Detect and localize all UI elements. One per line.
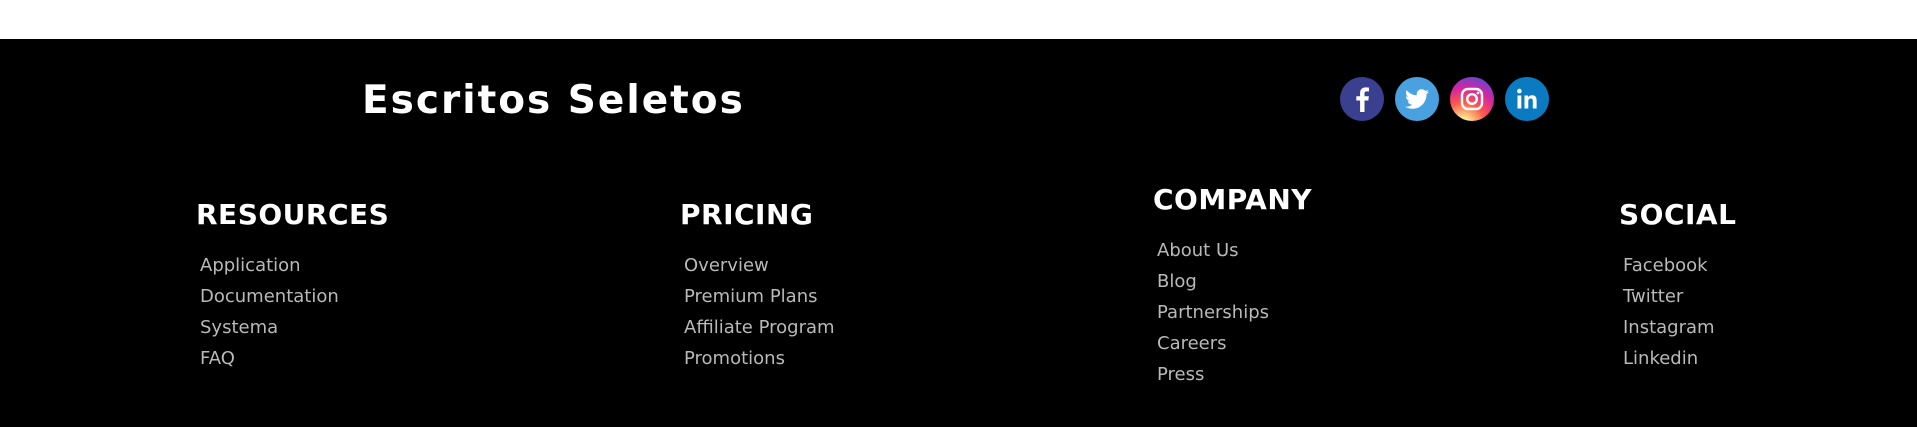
- footer-link-twitter[interactable]: Twitter: [1623, 281, 1736, 312]
- footer-column-company: COMPANY About Us Blog Partnerships Caree…: [1153, 186, 1312, 390]
- footer-link-affiliate-program[interactable]: Affiliate Program: [684, 312, 835, 343]
- footer-link-blog[interactable]: Blog: [1157, 266, 1312, 297]
- column-heading-resources: RESOURCES: [196, 198, 390, 231]
- footer-link-documentation[interactable]: Documentation: [200, 281, 389, 312]
- footer-link-premium-plans[interactable]: Premium Plans: [684, 281, 835, 312]
- footer-link-application[interactable]: Application: [200, 250, 389, 281]
- footer-link-about-us[interactable]: About Us: [1157, 235, 1312, 266]
- footer-column-resources: RESOURCES Application Documentation Syst…: [196, 201, 389, 374]
- column-heading-social: SOCIAL: [1619, 198, 1737, 231]
- facebook-icon[interactable]: [1340, 77, 1384, 121]
- link-list-company: About Us Blog Partnerships Careers Press: [1157, 235, 1312, 390]
- linkedin-icon[interactable]: [1505, 77, 1549, 121]
- column-heading-company: COMPANY: [1153, 183, 1313, 216]
- footer-column-social: SOCIAL Facebook Twitter Instagram Linked…: [1619, 201, 1736, 374]
- footer-link-facebook[interactable]: Facebook: [1623, 250, 1736, 281]
- site-footer: Escritos Seletos RESOURCES Application D…: [0, 39, 1917, 427]
- brand-logo-text[interactable]: Escritos Seletos: [362, 81, 745, 120]
- link-list-pricing: Overview Premium Plans Affiliate Program…: [684, 250, 835, 374]
- footer-column-pricing: PRICING Overview Premium Plans Affiliate…: [680, 201, 835, 374]
- footer-link-careers[interactable]: Careers: [1157, 328, 1312, 359]
- footer-link-instagram[interactable]: Instagram: [1623, 312, 1736, 343]
- footer-link-partnerships[interactable]: Partnerships: [1157, 297, 1312, 328]
- footer-link-linkedin[interactable]: Linkedin: [1623, 343, 1736, 374]
- link-list-resources: Application Documentation Systema FAQ: [200, 250, 389, 374]
- instagram-icon[interactable]: [1450, 77, 1494, 121]
- footer-link-faq[interactable]: FAQ: [200, 343, 389, 374]
- link-list-social: Facebook Twitter Instagram Linkedin: [1623, 250, 1736, 374]
- column-heading-pricing: PRICING: [680, 198, 814, 231]
- twitter-icon[interactable]: [1395, 77, 1439, 121]
- footer-link-overview[interactable]: Overview: [684, 250, 835, 281]
- footer-link-systema[interactable]: Systema: [200, 312, 389, 343]
- footer-link-press[interactable]: Press: [1157, 359, 1312, 390]
- footer-link-promotions[interactable]: Promotions: [684, 343, 835, 374]
- page-top-strip: [0, 0, 1917, 39]
- social-icons-row: [1340, 77, 1549, 121]
